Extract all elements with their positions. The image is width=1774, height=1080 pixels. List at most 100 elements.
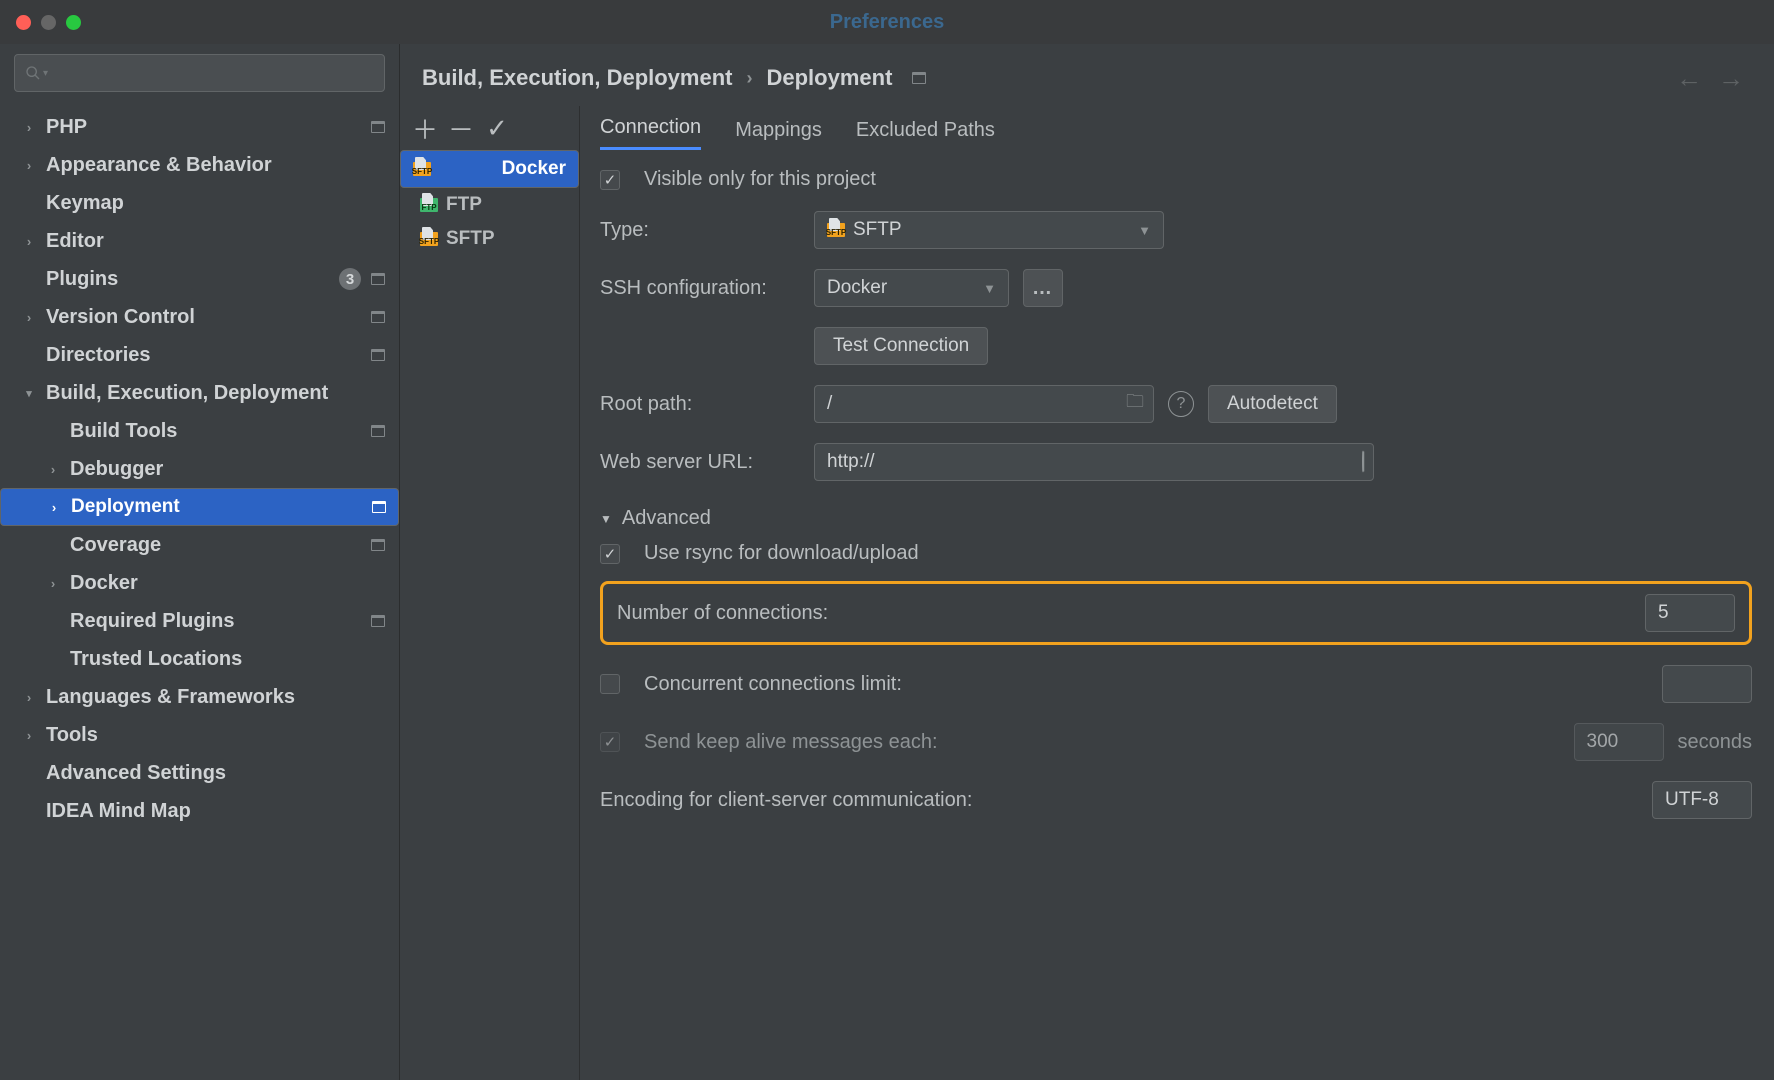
sidebar-label: Tools xyxy=(46,724,98,747)
sidebar-label: Trusted Locations xyxy=(70,648,242,671)
add-server-button[interactable]: ＋ xyxy=(414,110,436,147)
root-path-input[interactable] xyxy=(814,385,1154,423)
remove-server-button[interactable]: － xyxy=(450,110,472,147)
server-item-sftp[interactable]: SFTP SFTP xyxy=(400,222,579,256)
settings-tree: ›PHP ›Appearance & Behavior Keymap ›Edit… xyxy=(0,102,399,1080)
server-item-ftp[interactable]: FTP FTP xyxy=(400,188,579,222)
sidebar-item-lang-frameworks[interactable]: ›Languages & Frameworks xyxy=(0,678,399,716)
visible-only-label: Visible only for this project xyxy=(644,168,876,191)
nav-back-button[interactable]: ← xyxy=(1668,63,1710,94)
project-scope-icon xyxy=(371,349,385,361)
sidebar-item-editor[interactable]: ›Editor xyxy=(0,222,399,260)
sidebar-item-directories[interactable]: Directories xyxy=(0,336,399,374)
sidebar-item-deployment[interactable]: ›Deployment xyxy=(0,488,399,526)
server-label: Docker xyxy=(502,158,566,180)
autodetect-button[interactable]: Autodetect xyxy=(1208,385,1337,423)
root-path-label: Root path: xyxy=(600,393,800,416)
ftp-icon: FTP xyxy=(420,198,438,212)
tab-excluded[interactable]: Excluded Paths xyxy=(856,119,995,150)
type-select[interactable]: SFTPSFTP ▼ xyxy=(814,211,1164,249)
advanced-label: Advanced xyxy=(622,507,711,530)
project-scope-icon xyxy=(371,539,385,551)
window-title: Preferences xyxy=(830,11,945,34)
sidebar-item-appearance[interactable]: ›Appearance & Behavior xyxy=(0,146,399,184)
numconn-input[interactable] xyxy=(1645,594,1735,632)
project-scope-icon xyxy=(371,121,385,133)
test-connection-button[interactable]: Test Connection xyxy=(814,327,988,365)
cclimit-checkbox[interactable] xyxy=(600,674,620,694)
chevron-right-icon: › xyxy=(746,68,752,89)
help-icon[interactable]: ? xyxy=(1168,391,1194,417)
sidebar-label: Plugins xyxy=(46,268,118,291)
ssh-value: Docker xyxy=(827,277,887,299)
numconn-label: Number of connections: xyxy=(617,602,1645,625)
type-value: SFTP xyxy=(853,219,902,241)
nav-forward-button[interactable]: → xyxy=(1710,63,1752,94)
sidebar-item-coverage[interactable]: Coverage xyxy=(0,526,399,564)
server-label: FTP xyxy=(446,194,482,216)
web-url-input[interactable] xyxy=(814,443,1374,481)
sidebar-item-vcs[interactable]: ›Version Control xyxy=(0,298,399,336)
project-scope-icon xyxy=(372,501,386,513)
deployment-server-list: ＋ － ✓ SFTPDocker FTP FTP SFTP SFTP xyxy=(400,106,580,1080)
deployment-form: Connection Mappings Excluded Paths Visib… xyxy=(580,106,1774,1080)
cclimit-input[interactable] xyxy=(1662,665,1752,703)
sidebar-item-required-plugins[interactable]: Required Plugins xyxy=(0,602,399,640)
keepalive-label: Send keep alive messages each: xyxy=(644,731,1560,754)
number-of-connections-highlight: Number of connections: xyxy=(600,581,1752,645)
breadcrumb-part[interactable]: Build, Execution, Deployment xyxy=(422,65,732,91)
ssh-config-select[interactable]: Docker ▼ xyxy=(814,269,1009,307)
server-label: SFTP xyxy=(446,228,495,250)
sftp-icon: SFTP xyxy=(420,232,438,246)
server-item-docker[interactable]: SFTPDocker xyxy=(400,150,579,188)
project-scope-icon xyxy=(371,425,385,437)
visible-only-checkbox[interactable] xyxy=(600,170,620,190)
sidebar-item-docker[interactable]: ›Docker xyxy=(0,564,399,602)
sidebar-label: Coverage xyxy=(70,534,161,557)
sidebar-item-trusted-locations[interactable]: Trusted Locations xyxy=(0,640,399,678)
tab-connection[interactable]: Connection xyxy=(600,116,701,150)
sidebar-item-debugger[interactable]: ›Debugger xyxy=(0,450,399,488)
sidebar-label: Languages & Frameworks xyxy=(46,686,295,709)
encoding-input[interactable] xyxy=(1652,781,1752,819)
project-scope-icon xyxy=(912,72,926,84)
breadcrumb-part: Deployment xyxy=(766,65,892,91)
project-scope-icon xyxy=(371,615,385,627)
sidebar-item-tools[interactable]: ›Tools xyxy=(0,716,399,754)
rsync-checkbox[interactable] xyxy=(600,544,620,564)
sidebar-label: Deployment xyxy=(71,496,180,518)
sidebar-item-plugins[interactable]: Plugins3 xyxy=(0,260,399,298)
keepalive-unit: seconds xyxy=(1678,731,1753,754)
sidebar-item-php[interactable]: ›PHP xyxy=(0,108,399,146)
zoom-window-button[interactable] xyxy=(66,15,81,30)
project-scope-icon xyxy=(371,311,385,323)
sidebar-item-build-tools[interactable]: Build Tools xyxy=(0,412,399,450)
sidebar-label: Debugger xyxy=(70,458,163,481)
globe-icon[interactable] xyxy=(1362,452,1364,473)
minimize-window-button[interactable] xyxy=(41,15,56,30)
sidebar-item-mindmap[interactable]: IDEA Mind Map xyxy=(0,792,399,830)
sidebar-label: Build, Execution, Deployment xyxy=(46,382,328,405)
rsync-label: Use rsync for download/upload xyxy=(644,542,919,565)
search-input[interactable]: ▾ xyxy=(14,54,385,92)
sidebar-label: Directories xyxy=(46,344,151,367)
sidebar-label: Keymap xyxy=(46,192,124,215)
sidebar-item-bed[interactable]: ▾Build, Execution, Deployment xyxy=(0,374,399,412)
sidebar-label: PHP xyxy=(46,116,87,139)
ssh-config-browse-button[interactable]: … xyxy=(1023,269,1063,307)
sidebar-item-keymap[interactable]: Keymap xyxy=(0,184,399,222)
sidebar-label: Advanced Settings xyxy=(46,762,226,785)
sidebar-label: Appearance & Behavior xyxy=(46,154,272,177)
keepalive-checkbox xyxy=(600,732,620,752)
advanced-section-toggle[interactable]: ▼ Advanced xyxy=(600,507,1752,530)
sidebar-label: Build Tools xyxy=(70,420,177,443)
encoding-label: Encoding for client-server communication… xyxy=(600,789,1638,812)
breadcrumb: Build, Execution, Deployment › Deploymen… xyxy=(422,65,926,91)
sidebar-item-advanced[interactable]: Advanced Settings xyxy=(0,754,399,792)
web-url-label: Web server URL: xyxy=(600,451,800,474)
folder-icon[interactable]: 🗀 xyxy=(1126,389,1144,419)
sidebar-label: Version Control xyxy=(46,306,195,329)
set-default-button[interactable]: ✓ xyxy=(486,113,508,144)
close-window-button[interactable] xyxy=(16,15,31,30)
tab-mappings[interactable]: Mappings xyxy=(735,119,822,150)
